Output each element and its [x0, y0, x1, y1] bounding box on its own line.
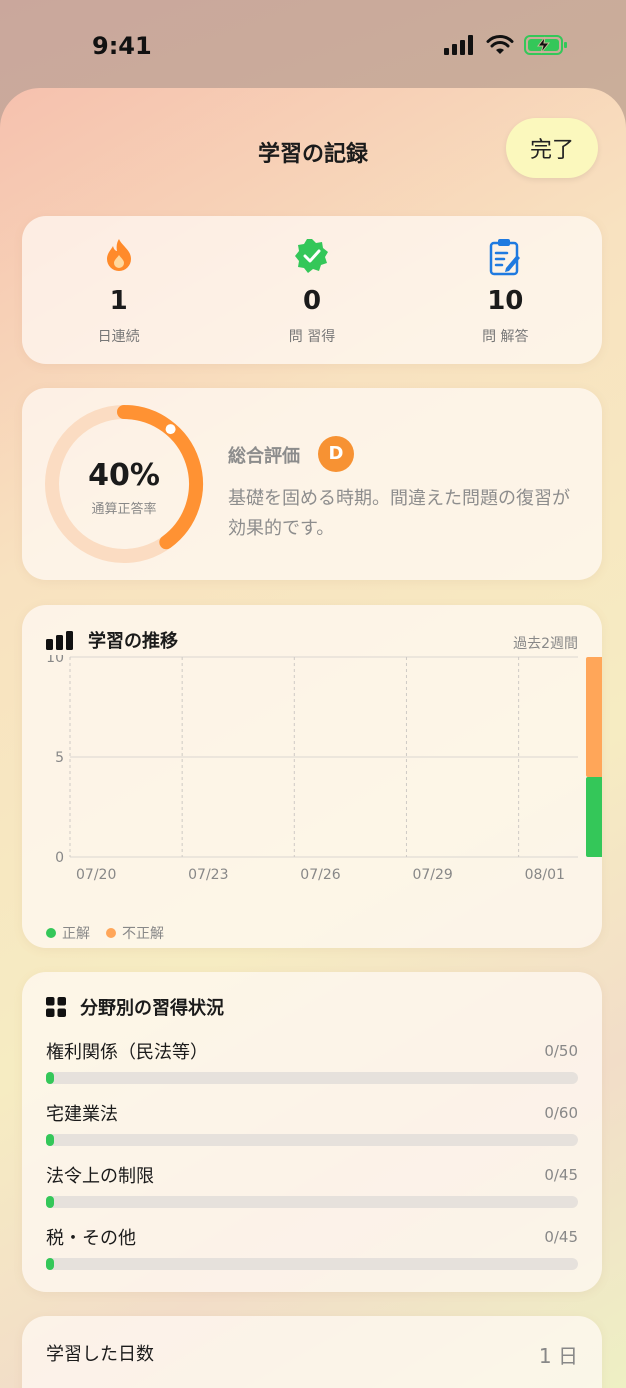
stat-value: 0 [302, 286, 322, 316]
field-name: 法令上の制限 [46, 1166, 154, 1187]
bar-correct [586, 777, 602, 857]
field-progress-fill [46, 1258, 54, 1270]
cellular-signal-icon [444, 35, 473, 55]
accuracy-percent: 40% [88, 458, 160, 493]
x-tick-label: 08/01 [525, 867, 565, 883]
field-row: 税・その他 0/45 [46, 1224, 578, 1274]
study-days-card: 学習した日数 1 日 [22, 1316, 602, 1388]
battery-charging-icon [524, 35, 567, 55]
trend-period: 過去2週間 [513, 636, 578, 652]
evaluation-advice: 基礎を固める時期。間違えた問題の復習が効果的です。 [228, 488, 570, 539]
status-time: 9:41 [92, 32, 152, 60]
field-name: 宅建業法 [46, 1104, 118, 1125]
history-sheet: 学習の記録 完了 1 日連続 0 問 習得 10 問 解答 40% 通算正答率 … [0, 88, 626, 1388]
field-progress-fill [46, 1134, 54, 1146]
summary-card: 40% 通算正答率 総合評価 D 基礎を固める時期。間違えた問題の復習が効果的で… [22, 388, 602, 580]
study-days-value: 1 日 [538, 1344, 578, 1368]
legend-incorrect: 不正解 [106, 923, 164, 943]
field-row: 権利関係（民法等） 0/50 [46, 1038, 578, 1088]
bar-incorrect [586, 657, 602, 777]
legend-correct-label: 正解 [62, 926, 90, 942]
trend-title: 学習の推移 [88, 631, 178, 652]
field-count: 0/60 [544, 1104, 578, 1122]
grid-squares-icon [46, 997, 66, 1017]
y-tick-label: 5 [55, 750, 64, 766]
x-tick-label: 07/23 [188, 867, 228, 883]
field-count: 0/45 [544, 1166, 578, 1184]
trend-header: 学習の推移 [46, 627, 178, 653]
verified-badge-icon [294, 239, 328, 273]
field-progress-track [46, 1134, 578, 1146]
trend-card: 学習の推移 過去2週間 0 5 10 07/20 07/23 07/26 07/29 08/0… [22, 605, 602, 948]
field-name: 税・その他 [46, 1228, 136, 1249]
study-days-label: 学習した日数 [46, 1344, 154, 1365]
field-row: 宅建業法 0/60 [46, 1100, 578, 1150]
x-tick-label: 07/29 [412, 867, 452, 883]
stat-value: 10 [487, 286, 524, 316]
x-tick-label: 07/26 [300, 867, 340, 883]
trend-chart: 0 5 10 07/20 07/23 07/26 07/29 08/01 [46, 655, 602, 883]
stat-label: 問 習得 [288, 329, 336, 345]
status-bar: 9:41 [0, 0, 626, 90]
status-icons [444, 34, 568, 56]
field-progress-track [46, 1258, 578, 1270]
chart-legend: 正解 不正解 [46, 923, 164, 943]
stat-value: 1 [109, 286, 128, 316]
evaluation-title: 総合評価 [228, 446, 300, 467]
bar-chart-icon [46, 631, 73, 650]
field-name: 権利関係（民法等） [46, 1042, 208, 1063]
stat-streak: 1 日連続 [22, 216, 215, 364]
field-progress-track [46, 1072, 578, 1084]
x-tick-label: 07/20 [76, 867, 116, 883]
y-tick-label: 10 [46, 655, 64, 666]
field-progress-fill [46, 1072, 54, 1084]
field-count: 0/45 [544, 1228, 578, 1246]
field-progress-card: 分野別の習得状況 権利関係（民法等） 0/50 宅建業法 0/60 法令上の制限… [22, 972, 602, 1292]
y-tick-label: 0 [55, 850, 64, 866]
stat-label: 日連続 [97, 329, 140, 345]
legend-incorrect-label: 不正解 [122, 926, 164, 942]
stat-mastered: 0 問 習得 [215, 216, 408, 364]
legend-correct: 正解 [46, 923, 90, 943]
stats-card: 1 日連続 0 問 習得 10 問 解答 [22, 216, 602, 364]
stat-label: 問 解答 [482, 329, 529, 345]
done-button[interactable]: 完了 [506, 118, 598, 178]
field-row: 法令上の制限 0/45 [46, 1162, 578, 1212]
field-progress-track [46, 1196, 578, 1208]
stat-answered: 10 問 解答 [409, 216, 602, 364]
clipboard-edit-icon [490, 239, 521, 276]
field-count: 0/50 [544, 1042, 578, 1060]
grade-badge: D [318, 436, 354, 472]
accuracy-label: 通算正答率 [91, 502, 157, 517]
field-progress-fill [46, 1196, 54, 1208]
accuracy-knob [165, 424, 176, 435]
flame-icon [106, 239, 131, 271]
fields-title: 分野別の習得状況 [80, 998, 224, 1019]
wifi-icon [486, 35, 514, 54]
fields-header: 分野別の習得状況 [46, 994, 224, 1020]
